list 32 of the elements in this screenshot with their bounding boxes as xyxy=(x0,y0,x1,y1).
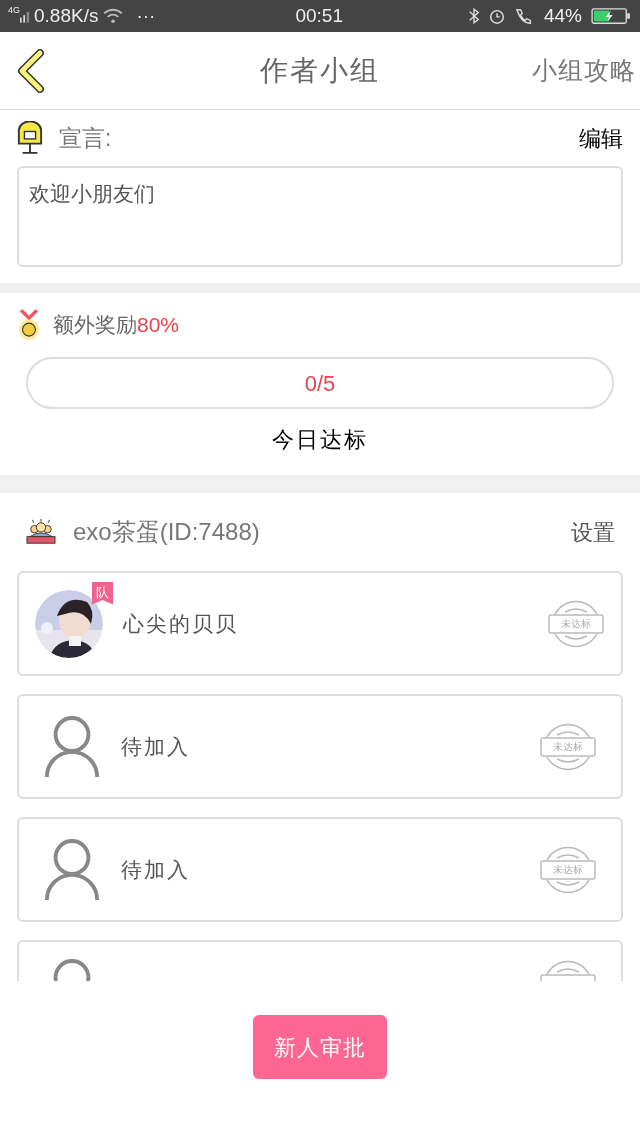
alarm-icon xyxy=(487,7,506,25)
network-speed: 0.88K/s xyxy=(34,3,99,28)
daily-target-caption: 今日达标 xyxy=(272,426,368,454)
settings-link[interactable]: 设置 xyxy=(571,515,615,549)
reward-label: 额外奖励80% xyxy=(53,312,180,339)
person-icon xyxy=(43,714,101,779)
member-card[interactable]: 待加入 未达标 xyxy=(17,817,623,922)
clock-time: 00:51 xyxy=(295,3,343,28)
wifi-icon xyxy=(102,8,125,24)
group-name: exo茶蛋(ID:7488) xyxy=(73,517,260,547)
battery-icon xyxy=(590,7,632,25)
member-card[interactable]: 队 心尖的贝贝 未达标 xyxy=(17,571,623,676)
page-title: 作者小组 xyxy=(260,53,380,88)
group-guide-link[interactable]: 小组攻略 xyxy=(532,51,636,90)
back-icon xyxy=(16,48,46,93)
edit-button[interactable]: 编辑 xyxy=(579,121,623,155)
medal-icon xyxy=(17,309,41,341)
member-name: 待加入 xyxy=(121,856,190,883)
member-name: 待加入 xyxy=(121,733,190,760)
team-icon xyxy=(25,518,57,546)
bluetooth-icon xyxy=(467,7,480,25)
mailbox-icon xyxy=(17,121,43,155)
declaration-box[interactable]: 欢迎小朋友们 xyxy=(17,166,623,267)
captain-badge: 队 xyxy=(92,581,113,605)
declaration-label: 宣言: xyxy=(59,123,112,153)
member-card[interactable]: 待加入 未达标 xyxy=(17,694,623,799)
signal-icon xyxy=(20,9,30,23)
person-icon xyxy=(43,837,101,902)
member-name: 心尖的贝贝 xyxy=(123,610,238,637)
network-label: 4G xyxy=(8,4,20,17)
battery-percent: 44% xyxy=(543,3,582,28)
more-dots: ··· xyxy=(136,3,156,28)
